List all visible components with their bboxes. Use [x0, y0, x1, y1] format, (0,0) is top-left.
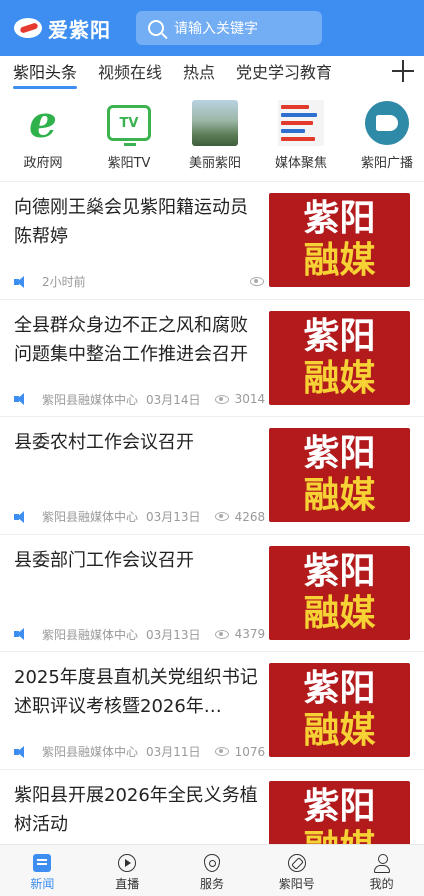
news-item[interactable]: 全县群众身边不正之风和腐败问题集中整治工作推进会召开 紫阳县融媒体中心 03月1… [0, 300, 424, 417]
news-source: 紫阳县融媒体中心 [42, 627, 139, 642]
radio-icon [364, 100, 410, 146]
nav-label: 我的 [369, 877, 394, 891]
search-input[interactable]: 请输入关键字 [136, 11, 322, 45]
search-placeholder: 请输入关键字 [174, 21, 258, 37]
news-icon [33, 854, 52, 872]
nav-news[interactable]: 新闻 [0, 845, 85, 896]
shortcut-label: 紫阳TV [107, 156, 151, 171]
nav-label: 直播 [115, 877, 140, 891]
news-views: 1076 [234, 744, 266, 759]
shortcut-media-focus[interactable]: 媒体聚焦 [258, 100, 344, 176]
news-views: 4268 [234, 509, 266, 524]
bottom-nav: 新闻 直播 服务 紫阳号 我的 [0, 844, 424, 896]
news-date: 03月14日 [146, 392, 201, 407]
news-meta: 紫阳县融媒体中心 03月13日 4268 [14, 508, 265, 525]
ie-browser-icon: e [29, 97, 57, 148]
news-source: 紫阳县融媒体中心 [42, 392, 139, 407]
shortcut-row: e 政府网 TV 紫阳TV 美丽紫阳 媒体聚焦 紫阳广播 [0, 100, 424, 176]
news-date: 03月11日 [146, 745, 201, 759]
nav-label: 新闻 [30, 877, 55, 891]
nav-label: 紫阳号 [278, 877, 315, 891]
news-date: 03月13日 [146, 510, 201, 524]
media-logos-icon [278, 100, 324, 146]
service-icon [203, 854, 220, 872]
news-title: 县委农村工作会议召开 [14, 432, 194, 453]
top-header: 爱紫阳 请输入关键字 [0, 0, 424, 56]
shortcut-ziyang-tv[interactable]: TV 紫阳TV [86, 100, 172, 176]
news-meta: 紫阳县融媒体中心 03月13日 4379 [14, 626, 265, 643]
news-title: 紫阳县开展2026年全民义务植树活动 [14, 784, 258, 835]
play-icon [118, 854, 137, 872]
nav-me[interactable]: 我的 [339, 845, 424, 896]
news-meta: 紫阳县融媒体中心 03月11日 1076 [14, 743, 265, 760]
landscape-photo-icon [192, 100, 238, 146]
news-item[interactable]: 县委农村工作会议召开 紫阳县融媒体中心 03月13日 4268 紫阳 融媒 [0, 417, 424, 535]
news-views: 3014 [234, 392, 266, 406]
tab-party-history[interactable]: 党史学习教育 [236, 56, 332, 92]
shortcut-government-site[interactable]: e 政府网 [0, 100, 86, 176]
tab-ziyang-headlines[interactable]: 紫阳头条 [13, 56, 78, 92]
shortcut-ziyang-radio[interactable]: 紫阳广播 [344, 100, 424, 176]
news-source: 紫阳县融媒体中心 [42, 510, 139, 524]
speaker-icon[interactable] [14, 628, 26, 640]
shortcut-label: 美丽紫阳 [188, 156, 241, 171]
news-item[interactable]: 向德刚王燊会见紫阳籍运动员陈帮婷 2小时前 5863 紫阳 融媒 [0, 182, 424, 300]
news-views: 4379 [234, 627, 266, 641]
shortcut-beautiful-ziyang[interactable]: 美丽紫阳 [172, 100, 258, 176]
news-thumbnail: 紫阳 融媒 [269, 193, 410, 287]
news-title: 全县群众身边不正之风和腐败问题集中整治工作推进会召开 [14, 314, 248, 365]
news-title: 县委部门工作会议召开 [14, 549, 194, 571]
shortcut-label: 政府网 [23, 156, 63, 171]
news-thumbnail: 紫阳 融媒 [269, 310, 410, 405]
add-channel-icon[interactable] [392, 60, 414, 82]
news-source: 紫阳县融媒体中心 [42, 745, 139, 759]
nav-ziyang-account[interactable]: 紫阳号 [254, 845, 339, 896]
news-thumbnail: 紫阳 融媒 [269, 663, 410, 757]
logo-mark-icon [14, 17, 44, 39]
news-item[interactable]: 2025年度县直机关党组织书记述职评议考核暨2026年… 紫阳县融媒体中心 03… [0, 652, 424, 770]
eye-icon [214, 394, 229, 404]
speaker-icon[interactable] [14, 393, 26, 405]
nav-live[interactable]: 直播 [85, 845, 170, 896]
speaker-icon[interactable] [14, 275, 26, 288]
news-item[interactable]: 县委部门工作会议召开 紫阳县融媒体中心 03月13日 4379 紫阳 融媒 [0, 535, 424, 652]
news-list: 向德刚王燊会见紫阳籍运动员陈帮婷 2小时前 5863 紫阳 融媒 全县群众身边不… [0, 182, 424, 887]
news-title: 2025年度县直机关党组织书记述职评议考核暨2026年… [14, 667, 258, 717]
news-date: 2小时前 [42, 275, 86, 289]
eye-icon [249, 277, 264, 286]
tv-icon: TV [106, 100, 152, 146]
user-icon [373, 854, 391, 873]
nav-service[interactable]: 服务 [170, 845, 255, 896]
news-title: 向德刚王燊会见紫阳籍运动员陈帮婷 [14, 197, 248, 247]
eye-icon [214, 747, 229, 756]
tab-video-online[interactable]: 视频在线 [98, 56, 162, 92]
speaker-icon[interactable] [14, 745, 26, 758]
news-meta: 2小时前 5863 [14, 273, 300, 290]
tab-hot[interactable]: 热点 [183, 56, 215, 92]
shortcut-label: 媒体聚焦 [274, 156, 327, 171]
nav-label: 服务 [199, 877, 224, 891]
logo-text: 爱紫阳 [48, 17, 111, 42]
news-thumbnail: 紫阳 融媒 [269, 545, 410, 640]
news-date: 03月13日 [146, 627, 201, 642]
search-icon [148, 20, 164, 36]
news-thumbnail: 紫阳 融媒 [269, 428, 410, 522]
app-logo[interactable]: 爱紫阳 [14, 14, 130, 43]
compass-icon [287, 854, 306, 872]
channel-tabs: 紫阳头条 视频在线 热点 党史学习教育 [0, 56, 424, 92]
eye-icon [214, 629, 229, 639]
eye-icon [214, 512, 229, 521]
news-meta: 紫阳县融媒体中心 03月14日 3014 [14, 391, 265, 408]
speaker-icon[interactable] [14, 510, 26, 523]
shortcut-label: 紫阳广播 [360, 156, 413, 171]
